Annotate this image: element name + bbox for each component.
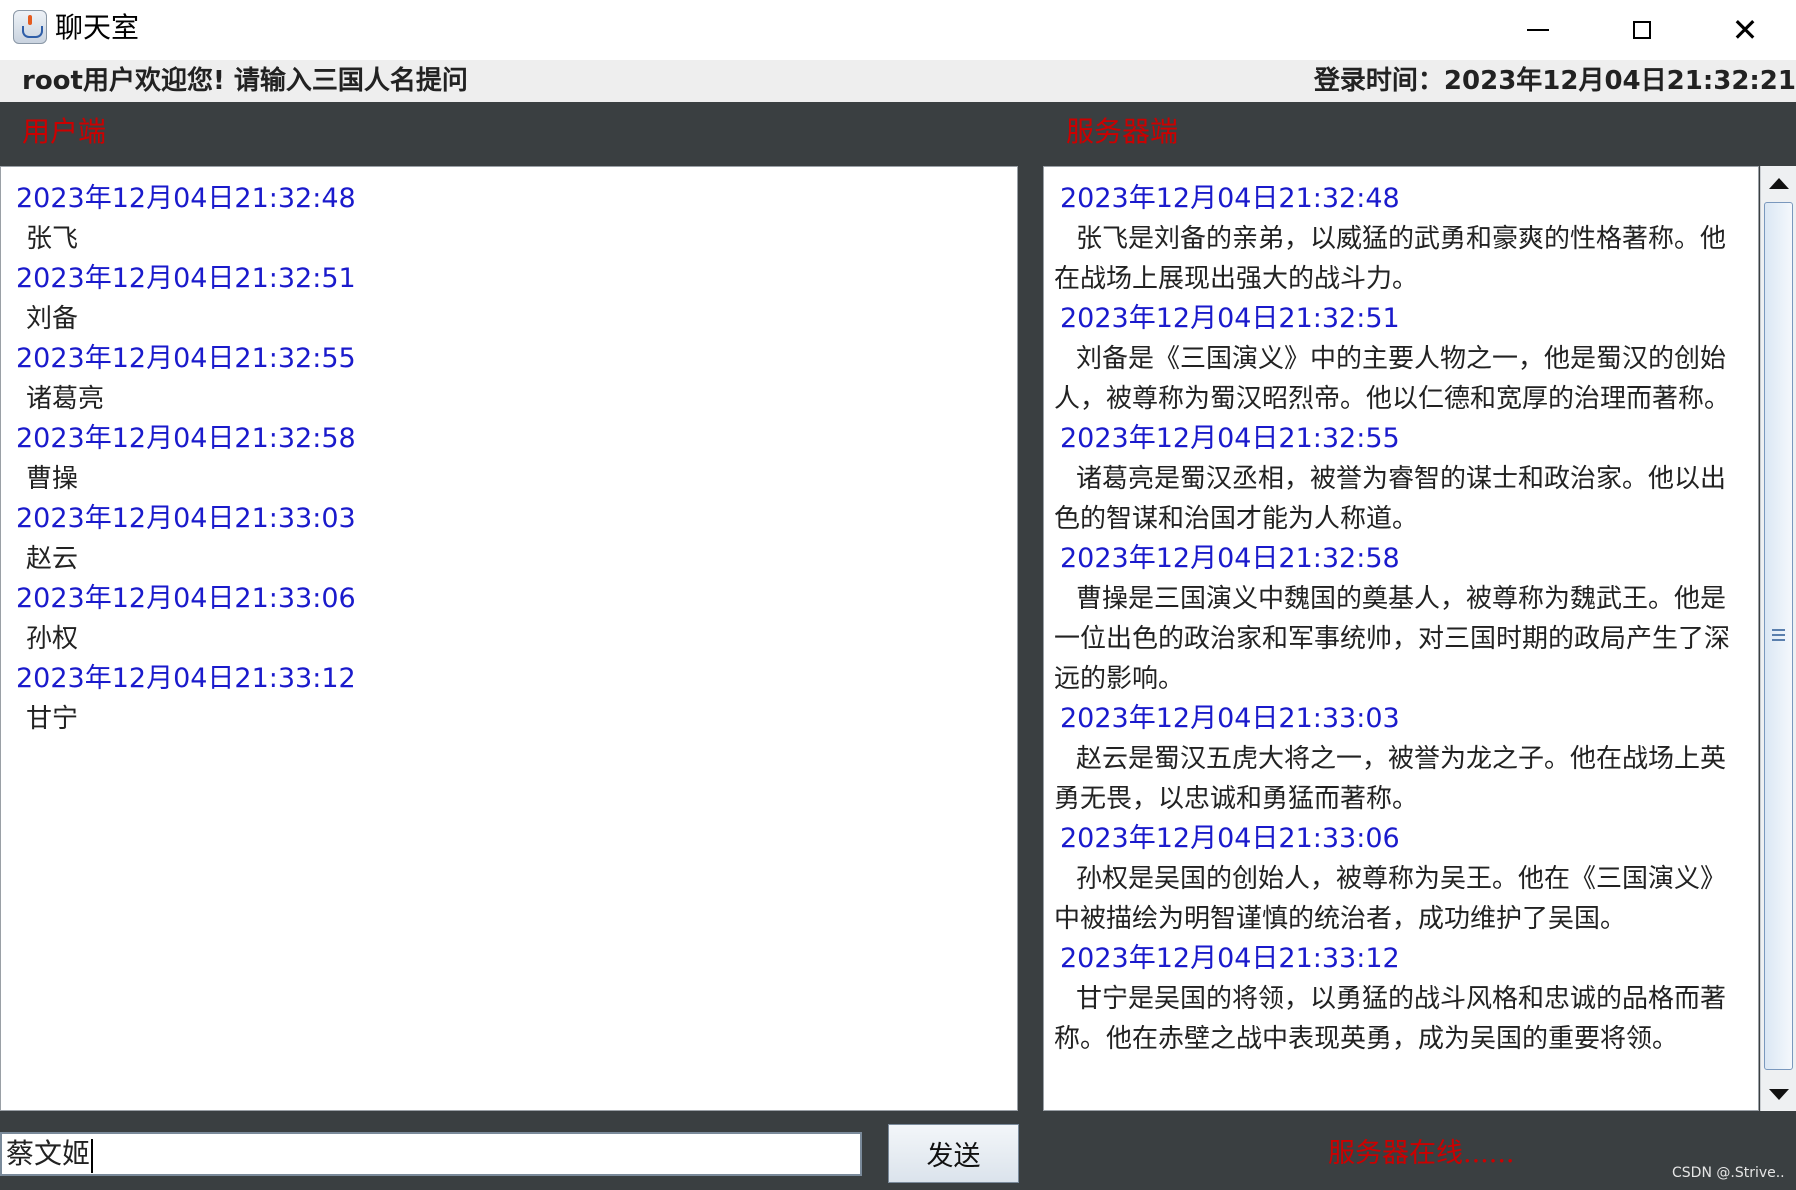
server-message-text: 甘宁是吴国的将领，以勇猛的战斗风格和忠诚的品格而著称。他在赤壁之战中表现英勇，成…: [1054, 984, 1727, 1054]
client-message-timestamp: 2023年12月04日21:32:58: [16, 423, 356, 454]
maximize-icon: [1633, 21, 1651, 39]
send-button[interactable]: 发送: [888, 1124, 1019, 1183]
client-message-text: 甘宁: [26, 704, 79, 734]
server-message-timestamp: 2023年12月04日21:32:58: [1060, 543, 1400, 574]
minimize-icon: [1527, 29, 1549, 31]
server-message-timestamp: 2023年12月04日21:33:12: [1060, 943, 1400, 974]
client-message-area[interactable]: 2023年12月04日21:32:48 张飞 2023年12月04日21:32:51…: [0, 166, 1018, 1111]
server-message-timestamp: 2023年12月04日21:32:48: [1060, 183, 1400, 214]
client-message-text: 赵云: [26, 544, 79, 574]
server-message-text: 赵云是蜀汉五虎大将之一，被誉为龙之子。他在战场上英勇无畏，以忠诚和勇猛而著称。: [1054, 744, 1727, 814]
client-message-timestamp: 2023年12月04日21:33:06: [16, 583, 356, 614]
maximize-button[interactable]: [1612, 8, 1672, 52]
login-time-label: 登录时间：: [1313, 66, 1444, 96]
minimize-button[interactable]: [1508, 8, 1568, 52]
text-caret: [91, 1138, 94, 1173]
client-message-timestamp: 2023年12月04日21:32:48: [16, 183, 356, 214]
welcome-message: root用户欢迎您! 请输入三国人名提问: [22, 66, 468, 96]
server-message-list: 2023年12月04日21:32:48 张飞是刘备的亲弟，以威猛的武勇和豪爽的性格…: [1044, 167, 1758, 1059]
client-pane-label: 用户端: [22, 115, 107, 148]
server-message-text: 诸葛亮是蜀汉丞相，被誉为睿智的谋士和政治家。他以出色的智谋和治国才能为人称道。: [1054, 464, 1727, 534]
server-message-text: 张飞是刘备的亲弟，以威猛的武勇和豪爽的性格著称。他在战场上展现出强大的战斗力。: [1054, 224, 1727, 294]
client-message-text: 孙权: [26, 624, 79, 654]
watermark-text: CSDN @.Strive..: [1672, 1165, 1785, 1181]
server-message-text: 孙权是吴国的创始人，被尊称为吴王。他在《三国演义》中被描绘为明智谨慎的统治者，成…: [1054, 864, 1727, 934]
server-message-timestamp: 2023年12月04日21:32:55: [1060, 423, 1400, 454]
server-pane-label: 服务器端: [1066, 115, 1179, 148]
client-message-text: 刘备: [26, 304, 79, 334]
client-message-list: 2023年12月04日21:32:48 张飞 2023年12月04日21:32:51…: [1, 167, 1017, 739]
message-input[interactable]: 蔡文姬: [0, 1132, 862, 1176]
grip-line: [1772, 629, 1785, 631]
close-button[interactable]: ✕: [1715, 8, 1775, 52]
server-message-timestamp: 2023年12月04日21:32:51: [1060, 303, 1400, 334]
arrow-up-icon: [1768, 177, 1789, 189]
client-message-timestamp: 2023年12月04日21:33:12: [16, 663, 356, 694]
client-message-text: 诸葛亮: [26, 384, 105, 414]
login-time-display: 登录时间：2023年12月04日21:32:21: [1314, 64, 1796, 98]
server-message-timestamp: 2023年12月04日21:33:03: [1060, 703, 1400, 734]
server-message-text: 曹操是三国演义中魏国的奠基人，被尊称为魏武王。他是一位出色的政治家和军事统帅，对…: [1054, 584, 1731, 694]
server-scrollbar[interactable]: [1760, 166, 1796, 1111]
login-time-value: 2023年12月04日21:32:21: [1443, 66, 1796, 96]
java-app-icon: [13, 10, 47, 44]
server-message-text: 刘备是《三国演义》中的主要人物之一，他是蜀汉的创始人，被尊称为蜀汉昭烈帝。他以仁…: [1054, 344, 1731, 414]
scroll-up-button[interactable]: [1761, 166, 1796, 200]
client-message-timestamp: 2023年12月04日21:32:51: [16, 263, 356, 294]
window-title: 聊天室: [55, 11, 140, 44]
client-message-timestamp: 2023年12月04日21:33:03: [16, 503, 356, 534]
scroll-down-button[interactable]: [1761, 1077, 1796, 1111]
client-message-text: 曹操: [26, 464, 79, 494]
info-bar: root用户欢迎您! 请输入三国人名提问 登录时间：2023年12月04日21:…: [0, 60, 1796, 102]
server-message-timestamp: 2023年12月04日21:33:06: [1060, 823, 1400, 854]
client-message-timestamp: 2023年12月04日21:32:55: [16, 343, 356, 374]
server-status-text: 服务器在线......: [1328, 1138, 1515, 1169]
title-bar: 聊天室 ✕: [0, 0, 1796, 60]
close-icon: ✕: [1731, 11, 1759, 49]
scroll-thumb[interactable]: [1764, 202, 1793, 1070]
client-message-text: 张飞: [26, 224, 79, 254]
message-input-value: 蔡文姬: [6, 1137, 91, 1170]
server-message-area[interactable]: 2023年12月04日21:32:48 张飞是刘备的亲弟，以威猛的武勇和豪爽的性格…: [1043, 166, 1759, 1111]
arrow-down-icon: [1768, 1088, 1789, 1100]
grip-line: [1772, 634, 1785, 636]
grip-line: [1772, 639, 1785, 641]
